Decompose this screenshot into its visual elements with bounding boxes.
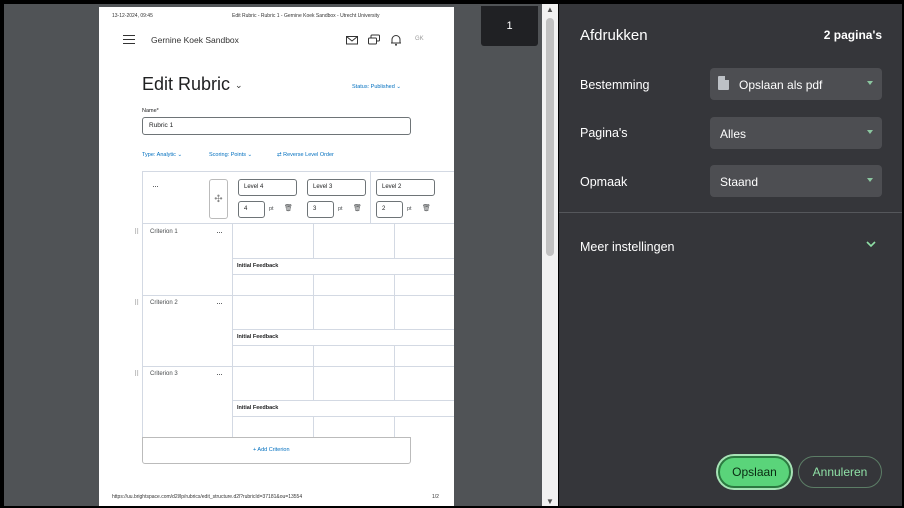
- type-option: Type: Analytic ⌄: [142, 152, 183, 158]
- add-criterion-bar: + Add Criterion: [142, 437, 411, 464]
- preview-scrollbar[interactable]: ▲ ▼: [542, 4, 558, 506]
- reverse-level-order-option: ⇄ Reverse Level Order: [277, 152, 334, 158]
- print-dialog: 1 13-12-2024, 09:45 Edit Rubric - Rubric…: [0, 0, 904, 508]
- mail-icon: [346, 36, 358, 45]
- print-footer-url: https://uu.brightspace.com/d2l/lp/rubric…: [112, 494, 303, 500]
- print-header-title: Edit Rubric - Rubric 1 - Gernine Koek Sa…: [232, 13, 380, 19]
- org-name: Gernine Koek Sandbox: [151, 35, 239, 45]
- level-name-field: Level 2: [376, 179, 435, 196]
- document-icon: [718, 76, 729, 90]
- trash-icon: 🗑: [284, 205, 293, 212]
- page-number-badge[interactable]: 1: [481, 6, 538, 46]
- page-title: Edit Rubric: [142, 74, 231, 94]
- more-settings-toggle[interactable]: Meer instellingen: [580, 240, 675, 254]
- destination-select[interactable]: Opslaan als pdf: [710, 68, 882, 100]
- level-points-field: 2: [376, 201, 403, 218]
- print-title: Afdrukken: [580, 27, 648, 44]
- level-points-field: 4: [238, 201, 265, 218]
- chevron-down-icon: ⌄: [235, 80, 243, 90]
- initial-feedback-label: Initial Feedback: [237, 263, 279, 269]
- criterion-name: Criterion 1: [150, 229, 178, 235]
- level-name-field: Level 4: [238, 179, 297, 196]
- status-dropdown: Status: Published ⌄: [352, 84, 401, 90]
- pages-select[interactable]: Alles: [710, 117, 882, 149]
- pt-unit: pt: [338, 206, 343, 212]
- chat-icon: [368, 34, 380, 45]
- name-label: Name*: [142, 108, 159, 114]
- level-name-field: Level 3: [307, 179, 366, 196]
- drag-handle-icon: ⠿: [134, 300, 140, 307]
- criterion-name: Criterion 3: [150, 371, 178, 377]
- more-options-icon: ···: [216, 227, 223, 237]
- save-button[interactable]: Opslaan: [718, 456, 791, 488]
- chevron-down-icon[interactable]: [865, 238, 877, 250]
- pt-unit: pt: [269, 206, 274, 212]
- initial-feedback-label: Initial Feedback: [237, 405, 279, 411]
- print-footer-page: 1/2: [432, 494, 439, 500]
- divider: [559, 212, 902, 213]
- drag-handle-icon: ⠿: [134, 371, 140, 378]
- trash-icon: 🗑: [353, 205, 362, 212]
- dropdown-caret-icon: [867, 178, 873, 182]
- add-level-icon: ✣: [209, 179, 228, 219]
- drag-handle-icon: ⠿: [134, 229, 140, 236]
- trash-icon: 🗑: [422, 205, 431, 212]
- initial-feedback-label: Initial Feedback: [237, 334, 279, 340]
- print-preview-area: 1 13-12-2024, 09:45 Edit Rubric - Rubric…: [4, 4, 544, 506]
- layout-label: Opmaak: [580, 175, 628, 189]
- more-options-icon: ···: [152, 181, 159, 191]
- scoring-option: Scoring: Points ⌄: [209, 152, 253, 158]
- more-options-icon: ···: [216, 298, 223, 308]
- level-points-field: 3: [307, 201, 334, 218]
- scroll-thumb[interactable]: [546, 18, 554, 256]
- page-count: 2 pagina's: [823, 28, 882, 42]
- scroll-down-arrow-icon[interactable]: ▼: [545, 498, 555, 506]
- print-header-date: 13-12-2024, 09:45: [112, 13, 153, 19]
- criterion-name: Criterion 2: [150, 300, 178, 306]
- name-field: Rubric 1: [142, 117, 411, 135]
- dropdown-caret-icon: [867, 81, 873, 85]
- user-initials: GK: [415, 36, 424, 42]
- pages-label: Pagina's: [580, 126, 628, 140]
- cancel-button[interactable]: Annuleren: [798, 456, 882, 488]
- pt-unit: pt: [407, 206, 412, 212]
- print-settings-panel: Afdrukken 2 pagina's Bestemming Opslaan …: [559, 4, 902, 506]
- add-criterion-link: + Add Criterion: [253, 447, 290, 453]
- destination-label: Bestemming: [580, 78, 650, 92]
- layout-select[interactable]: Staand: [710, 165, 882, 197]
- hamburger-menu-icon: [123, 35, 135, 44]
- rubric-grid: ··· ✣ Level 4 4 pt 🗑 Level 3 3 pt 🗑 Leve…: [134, 171, 454, 464]
- bell-icon: [391, 35, 401, 46]
- scroll-up-arrow-icon[interactable]: ▲: [545, 6, 555, 14]
- more-options-icon: ···: [216, 369, 223, 379]
- preview-page: 13-12-2024, 09:45 Edit Rubric - Rubric 1…: [99, 7, 454, 506]
- dropdown-caret-icon: [867, 130, 873, 134]
